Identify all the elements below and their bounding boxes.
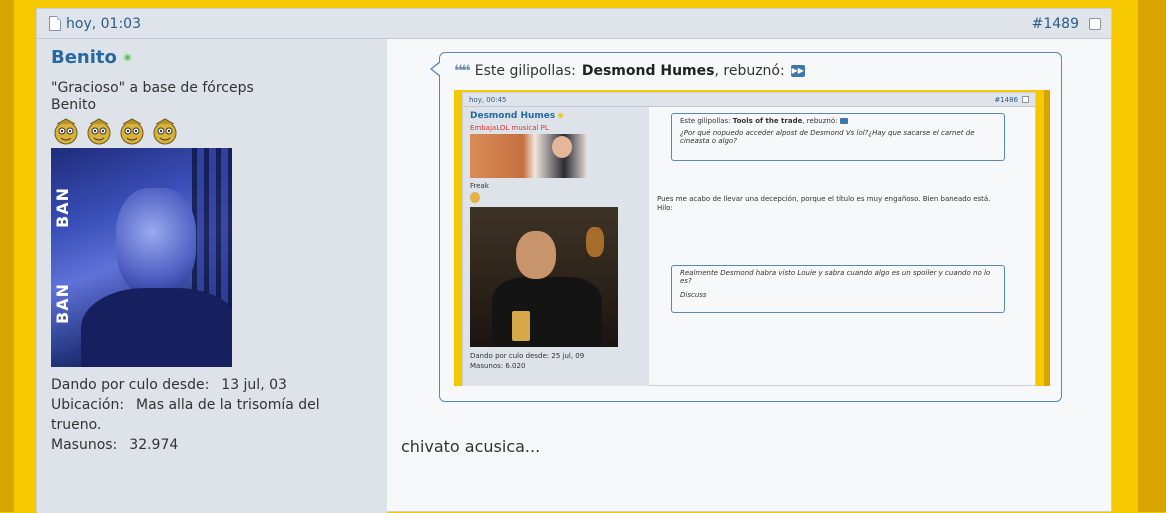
shot-quote-2: Realmente Desmond habra visto Louie y sa… [671, 265, 1005, 313]
shot-post-number: #1486 [994, 95, 1018, 104]
user-info: Dando por culo desde: 13 jul, 03 Ubicació… [51, 375, 373, 455]
rank-stars [51, 118, 373, 146]
shot-info-label: Dando por culo desde: [470, 352, 550, 360]
shot-body-text: Pues me acabo de llevar una decepción, p… [657, 195, 991, 203]
shot-post: hoy, 00:45 #1486 Desmond Humes EmbajaLOL… [462, 92, 1036, 386]
shot-quote-suffix: , rebuznó: [802, 117, 838, 125]
page-frame-right [1120, 0, 1166, 512]
shot-post-header: hoy, 00:45 #1486 [463, 93, 1035, 107]
shot-user-info: Dando por culo desde: 25 jul, 09 Masunos… [470, 351, 642, 371]
shot-checkbox-icon [1022, 96, 1029, 103]
forum-post: hoy, 01:03 #1489 Benito "Gracioso" a bas… [36, 8, 1113, 513]
post-message: chivato acusica... [401, 437, 541, 456]
avatar-body [81, 288, 232, 367]
username-link[interactable]: Benito [51, 47, 117, 68]
quote-author: Desmond Humes, rebuznó: [582, 63, 785, 79]
shot-avatar-face [516, 231, 556, 279]
user-info-row: Dando por culo desde: 13 jul, 03 [51, 375, 373, 395]
shot-avatar-body [492, 277, 602, 347]
user-rank: Benito [51, 97, 97, 113]
quote-suffix: , rebuznó: [714, 62, 785, 79]
shot-header-right: #1486 [994, 96, 1029, 104]
info-label: Ubicación: [51, 397, 125, 413]
quote-prefix: Este gilipollas: [474, 62, 576, 79]
shot-banner-head [552, 136, 572, 158]
shot-info-row: Masunos: 6.020 [470, 361, 642, 371]
page-frame-left [0, 0, 14, 512]
user-title-text: "Gracioso" a base de fórceps [51, 80, 254, 96]
rank-star-icon [153, 118, 177, 145]
post-header-right: #1489 [1032, 16, 1101, 32]
user-info-row: Masunos: 32.974 [51, 435, 373, 455]
info-label: Masunos: [51, 437, 118, 453]
rank-star-icon [54, 118, 78, 145]
shot-info-value: 25 jul, 09 [551, 352, 585, 360]
shot-quote-1: Este gilipollas: Tools of the trade, reb… [671, 113, 1005, 161]
shot-quote-2-text-2: Discuss [680, 291, 707, 299]
shot-info-label: Masunos: [470, 362, 504, 370]
shot-info-row: Dando por culo desde: 25 jul, 09 [470, 351, 642, 361]
shot-body: Pues me acabo de llevar una decepción, p… [657, 195, 1027, 213]
avatar-face [116, 188, 196, 298]
shot-frame-right-inner [1044, 90, 1050, 386]
info-value: 32.974 [129, 437, 179, 453]
shot-username: Desmond Humes [470, 111, 642, 121]
shot-rank-icon [470, 192, 480, 203]
shot-quote-author: Tools of the trade [732, 117, 803, 125]
avatar-ban-text: BAN [53, 187, 72, 228]
shot-avatar-glass [512, 311, 530, 341]
post-date: hoy, 01:03 [49, 16, 141, 32]
shot-body-text-2: Hilo: [657, 204, 673, 212]
document-icon [49, 16, 61, 31]
shot-status-icon [558, 113, 564, 118]
checkbox-icon[interactable] [1089, 17, 1101, 30]
quote-author-name: Desmond Humes [581, 62, 715, 79]
avatar-ban-text: BAN [53, 283, 72, 324]
user-sidebar: Benito "Gracioso" a base de fórceps Beni… [37, 39, 387, 513]
shot-rank: Freak [470, 182, 489, 190]
shot-content: Este gilipollas: Tools of the trade, reb… [649, 107, 1037, 386]
post-timestamp: hoy, 01:03 [66, 15, 141, 32]
user-info-row: Ubicación: Mas alla de la trisomía del tr… [51, 395, 373, 435]
shot-timestamp: hoy, 00:45 [469, 95, 507, 104]
shot-username-text: Desmond Humes [470, 111, 556, 121]
shot-user-title: EmbajaLOL musical PL [470, 124, 549, 132]
shot-sidebar: Desmond Humes EmbajaLOL musical PL Freak [463, 107, 649, 386]
post-number-link[interactable]: #1489 [1032, 16, 1079, 32]
avatar[interactable]: BAN BAN [51, 148, 232, 367]
shot-banner-image [470, 134, 588, 178]
shot-quote-text: ¿Por qué nopuedo acceder alpost de Desmo… [680, 129, 975, 145]
quoted-screenshot[interactable]: hoy, 00:45 #1486 Desmond Humes EmbajaLOL… [454, 90, 1050, 386]
goto-post-icon[interactable]: ▶▶ [790, 64, 805, 77]
rank-star-icon [87, 118, 111, 145]
rank-star-icon [120, 118, 144, 145]
page-frame-right-inner [1138, 0, 1166, 512]
post-content: ❝❝ Este gilipollas: Desmond Humes, rebuz… [387, 39, 1113, 513]
shot-info-value: 6.020 [505, 362, 526, 370]
username: Benito [51, 47, 373, 68]
shot-avatar-lamp [586, 227, 604, 257]
quote-block: ❝❝ Este gilipollas: Desmond Humes, rebuz… [430, 52, 1062, 402]
quote-marks-icon: ❝❝ [454, 61, 471, 80]
quote-header: ❝❝ Este gilipollas: Desmond Humes, rebuz… [454, 61, 805, 80]
shot-avatar [470, 207, 618, 347]
post-header: hoy, 01:03 #1489 [37, 9, 1111, 39]
user-title: "Gracioso" a base de fórceps Benito [51, 80, 373, 114]
shot-quote-header: Este gilipollas: Tools of the trade, reb… [680, 117, 996, 125]
shot-goto-icon [839, 118, 848, 124]
info-label: Dando por culo desde: [51, 377, 210, 393]
info-value: 13 jul, 03 [221, 377, 287, 393]
shot-quote-2-text: Realmente Desmond habra visto Louie y sa… [680, 269, 991, 285]
shot-quote-prefix: Este gilipollas: [680, 117, 731, 125]
online-status-icon [122, 53, 132, 62]
